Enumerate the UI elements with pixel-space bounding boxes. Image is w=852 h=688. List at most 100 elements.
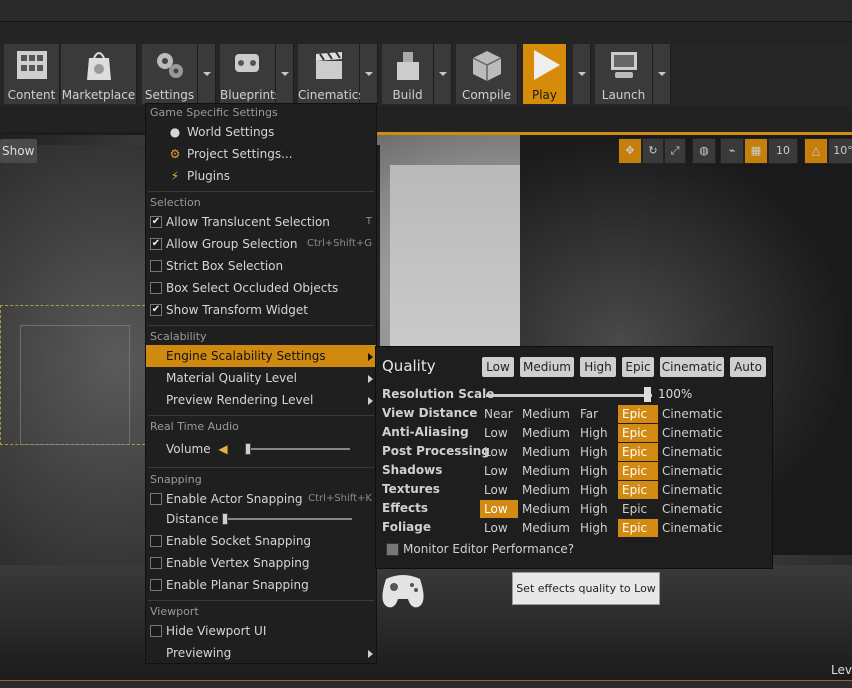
show-button[interactable]: Show <box>0 139 37 163</box>
quality-level-cell[interactable]: Epic <box>618 443 658 461</box>
quality-level-cell[interactable]: Epic <box>618 405 658 423</box>
menu-material-quality-level[interactable]: Material Quality Level <box>146 367 376 389</box>
quality-level-cell[interactable]: Epic <box>618 500 658 518</box>
distance-slider-thumb[interactable] <box>222 513 228 525</box>
scale-mode-icon[interactable]: ⤢ <box>664 138 686 164</box>
cinematics-button[interactable]: Cinematics <box>298 44 365 104</box>
quality-level-cell[interactable]: Medium <box>518 500 576 518</box>
surface-snap-icon[interactable]: ⌁ <box>720 138 744 164</box>
quality-level-cell[interactable]: Cinematic <box>658 519 726 537</box>
compile-button[interactable]: Compile <box>456 44 518 104</box>
quality-level-cell[interactable]: Cinematic <box>658 405 726 423</box>
marketplace-button[interactable]: Marketplace <box>61 44 137 104</box>
quality-level-cell[interactable]: Medium <box>518 519 576 537</box>
volume-slider-track[interactable] <box>246 448 350 450</box>
quality-level-cell[interactable]: Near <box>480 405 518 423</box>
socket-snapping-checkbox[interactable] <box>150 535 162 547</box>
blueprints-button[interactable]: Blueprints <box>220 44 281 104</box>
play-dropdown-arrow[interactable] <box>573 44 591 104</box>
menu-hide-viewport-ui[interactable]: Hide Viewport UI <box>146 620 376 642</box>
menu-world-settings[interactable]: ● World Settings <box>146 121 376 143</box>
preset-auto-button[interactable]: Auto <box>730 357 766 377</box>
menu-allow-translucent-selection[interactable]: ✔ Allow Translucent Selection T <box>146 211 376 233</box>
allow-translucent-checkbox[interactable]: ✔ <box>150 216 162 228</box>
allow-group-checkbox[interactable]: ✔ <box>150 238 162 250</box>
quality-level-cell[interactable]: High <box>576 519 618 537</box>
menu-show-transform-widget[interactable]: ✔ Show Transform Widget <box>146 299 376 321</box>
build-button[interactable]: Build <box>382 44 434 104</box>
menu-preview-rendering-level[interactable]: Preview Rendering Level <box>146 389 376 411</box>
menu-enable-vertex-snapping[interactable]: Enable Vertex Snapping <box>146 552 376 574</box>
menu-enable-actor-snapping[interactable]: Enable Actor Snapping Ctrl+Shift+K <box>146 488 376 510</box>
hide-viewport-ui-checkbox[interactable] <box>150 625 162 637</box>
grid-snap-icon[interactable]: ▦ <box>744 138 768 164</box>
resolution-scale-slider-thumb[interactable] <box>644 387 651 402</box>
angle-snap-icon[interactable]: △ <box>804 138 828 164</box>
quality-level-cell[interactable]: High <box>576 424 618 442</box>
preset-medium-button[interactable]: Medium <box>520 357 574 377</box>
quality-level-cell[interactable]: Low <box>480 424 518 442</box>
menu-project-settings[interactable]: ⚙ Project Settings... <box>146 143 376 165</box>
quality-level-cell[interactable]: Cinematic <box>658 500 726 518</box>
quality-level-cell[interactable]: Medium <box>518 462 576 480</box>
box-occluded-checkbox[interactable] <box>150 282 162 294</box>
quality-level-cell[interactable]: Low <box>480 481 518 499</box>
quality-level-cell[interactable]: Cinematic <box>658 462 726 480</box>
resolution-scale-slider-track[interactable] <box>486 394 652 397</box>
quality-level-cell[interactable]: Low <box>480 443 518 461</box>
build-dropdown-arrow[interactable] <box>434 44 452 104</box>
preset-cinematic-button[interactable]: Cinematic <box>660 357 724 377</box>
menu-enable-socket-snapping[interactable]: Enable Socket Snapping <box>146 530 376 552</box>
quality-level-cell[interactable]: Medium <box>518 405 576 423</box>
quality-level-cell[interactable]: Cinematic <box>658 424 726 442</box>
show-transform-checkbox[interactable]: ✔ <box>150 304 162 316</box>
menu-allow-group-selection[interactable]: ✔ Allow Group Selection Ctrl+Shift+G <box>146 233 376 255</box>
preset-epic-button[interactable]: Epic <box>622 357 654 377</box>
quality-level-cell[interactable]: Epic <box>618 519 658 537</box>
quality-level-cell[interactable]: Far <box>576 405 618 423</box>
preset-low-button[interactable]: Low <box>482 357 514 377</box>
quality-level-cell[interactable]: Low <box>480 519 518 537</box>
strict-box-checkbox[interactable] <box>150 260 162 272</box>
quality-level-cell[interactable]: Epic <box>618 462 658 480</box>
menu-strict-box-selection[interactable]: Strict Box Selection <box>146 255 376 277</box>
volume-slider-thumb[interactable] <box>245 443 251 455</box>
quality-level-cell[interactable]: Cinematic <box>658 443 726 461</box>
menu-enable-planar-snapping[interactable]: Enable Planar Snapping <box>146 574 376 596</box>
quality-level-cell[interactable]: High <box>576 443 618 461</box>
menu-previewing[interactable]: Previewing <box>146 642 376 664</box>
menu-plugins[interactable]: ⚡ Plugins <box>146 165 376 187</box>
launch-dropdown-arrow[interactable] <box>653 44 671 104</box>
quality-level-cell[interactable]: Low <box>480 462 518 480</box>
content-button[interactable]: Content <box>4 44 60 104</box>
play-button[interactable]: Play <box>523 44 567 104</box>
settings-button[interactable]: Settings <box>142 44 198 104</box>
distance-slider-track[interactable] <box>222 518 352 520</box>
preset-high-button[interactable]: High <box>580 357 616 377</box>
grid-snap-value[interactable]: 10 <box>768 138 798 164</box>
vertex-snapping-checkbox[interactable] <box>150 557 162 569</box>
monitor-performance-checkbox[interactable] <box>386 543 399 556</box>
quality-level-cell[interactable]: Medium <box>518 481 576 499</box>
quality-level-cell[interactable]: Cinematic <box>658 481 726 499</box>
launch-button[interactable]: Launch <box>595 44 653 104</box>
angle-snap-value[interactable]: 10° <box>828 138 852 164</box>
blueprints-dropdown-arrow[interactable] <box>276 44 294 104</box>
cinematics-dropdown-arrow[interactable] <box>360 44 378 104</box>
quality-level-cell[interactable]: Medium <box>518 443 576 461</box>
menu-box-select-occluded[interactable]: Box Select Occluded Objects <box>146 277 376 299</box>
quality-level-cell[interactable]: Epic <box>618 481 658 499</box>
quality-level-cell[interactable]: High <box>576 500 618 518</box>
menu-engine-scalability-settings[interactable]: Engine Scalability Settings <box>146 345 376 367</box>
quality-level-cell[interactable]: Low <box>480 500 518 518</box>
planar-snapping-checkbox[interactable] <box>150 579 162 591</box>
rotate-mode-icon[interactable]: ↻ <box>642 138 664 164</box>
translate-mode-icon[interactable]: ✥ <box>618 138 642 164</box>
quality-level-cell[interactable]: Medium <box>518 424 576 442</box>
world-space-icon[interactable]: ◍ <box>692 138 716 164</box>
settings-dropdown-arrow[interactable] <box>198 44 216 104</box>
quality-level-cell[interactable]: Epic <box>618 424 658 442</box>
quality-level-cell[interactable]: High <box>576 462 618 480</box>
quality-level-cell[interactable]: High <box>576 481 618 499</box>
actor-snapping-checkbox[interactable] <box>150 493 162 505</box>
